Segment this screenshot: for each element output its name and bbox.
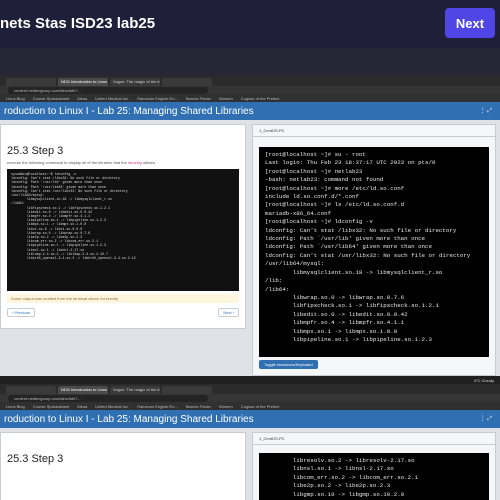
bookmark-item[interactable]: United Medical Inc. xyxy=(95,96,129,101)
browser-tabbar: NDG Introduction to Linux I Vogon: The m… xyxy=(0,384,500,394)
bookmark-item[interactable]: Mesa xyxy=(77,404,87,409)
terminal-pane: 1_CentOS-PC [root@localhost ~]# su - roo… xyxy=(252,124,496,376)
browser-tab[interactable]: NDG Introduction to Linux I xyxy=(58,78,108,86)
terminal-window[interactable]: libresolv.so.2 -> libresolv-2.17.so libn… xyxy=(259,453,489,500)
url-input[interactable]: content.netdevgroup.com/labs/lab/?... xyxy=(8,394,208,402)
screenshot-1: NDG Introduction to Linux I Vogon: The m… xyxy=(0,76,500,384)
step-text-tail: utilizes xyxy=(142,160,156,165)
step-navigation: ‹ Previous Next › xyxy=(7,308,239,317)
bookmarks-bar: Linux Blog Course Spreadsheet Mesa Unite… xyxy=(0,94,500,102)
lab-title: roduction to Linux I - Lab 25: Managing … xyxy=(4,413,254,425)
url-input[interactable]: content.netdevgroup.com/labs/lab/?... xyxy=(8,86,208,94)
browser-tab[interactable] xyxy=(162,386,212,394)
lab-content-pane: 25.3 Step 3 execute the following comman… xyxy=(0,124,246,329)
browser-tab[interactable] xyxy=(6,78,56,86)
step-instructions: execute the following command to display… xyxy=(7,160,239,165)
bookmark-item[interactable]: Cognac of the Prefect xyxy=(241,404,280,409)
terminal-window[interactable]: [root@localhost ~]# su - root Last login… xyxy=(259,147,489,357)
bookmark-item[interactable]: Linux Blog xyxy=(6,96,25,101)
bookmark-item[interactable]: Course Spreadsheet xyxy=(33,404,70,409)
example-output: sysadmin@localhost:~$ ldconfig -v ldconf… xyxy=(7,169,239,291)
browser-tab[interactable]: NDG Introduction to Linux I xyxy=(58,386,108,394)
command-link[interactable]: ldconfig xyxy=(128,160,142,165)
bookmark-item[interactable]: Course Spreadsheet xyxy=(33,96,70,101)
next-button[interactable]: Next xyxy=(445,8,495,38)
viewer-header: nets Stas ISD23 lab25 Next xyxy=(0,0,500,48)
bookmark-item[interactable]: Ramsons English Ro... xyxy=(137,96,178,101)
bookmark-item[interactable]: Mesa xyxy=(77,96,87,101)
bookmark-item[interactable]: Cognac of the Prefect xyxy=(241,96,280,101)
toggle-keyboard-button[interactable]: Toggle resources/Keyboard xyxy=(259,360,318,369)
browser-tab[interactable]: Vogon: The magic of the internet xyxy=(110,78,160,86)
bookmark-item[interactable]: Linux Blog xyxy=(6,404,25,409)
note-callout: Some output was omitted from the termina… xyxy=(7,294,239,303)
terminal-tab[interactable]: 1_CentOS-PC xyxy=(253,125,495,137)
bookmark-item[interactable]: Barnes Finder xyxy=(186,96,211,101)
bookmarks-bar: Linux Blog Course Spreadsheet Mesa Unite… xyxy=(0,402,500,410)
lab-content-pane: 25.3 Step 3 xyxy=(0,432,246,500)
browser-tabbar: NDG Introduction to Linux I Vogon: The m… xyxy=(0,76,500,86)
weather-status: 4°C Cloudy xyxy=(473,377,494,383)
bookmark-item[interactable]: Women xyxy=(219,96,233,101)
header-menu-icon[interactable]: ⋮ ⤢ xyxy=(480,107,500,115)
lab-title: roduction to Linux I - Lab 25: Managing … xyxy=(4,105,254,117)
step-title: 25.3 Step 3 xyxy=(7,145,64,157)
os-taskbar: 4°C Cloudy xyxy=(0,376,500,384)
previous-button[interactable]: ‹ Previous xyxy=(7,308,36,317)
step-text: execute the following command to display… xyxy=(7,160,127,165)
bookmark-item[interactable]: Ramsons English Ro... xyxy=(137,404,178,409)
lab-header: roduction to Linux I - Lab 25: Managing … xyxy=(0,410,500,428)
bookmark-item[interactable]: United Medical Inc. xyxy=(95,404,129,409)
lab-header: roduction to Linux I - Lab 25: Managing … xyxy=(0,102,500,120)
next-step-button[interactable]: Next › xyxy=(218,308,239,317)
bookmark-item[interactable]: Barnes Finder xyxy=(186,404,211,409)
step-title: 25.3 Step 3 xyxy=(7,453,64,465)
bookmark-item[interactable]: Women xyxy=(219,404,233,409)
terminal-tab[interactable]: 1_CentOS-PC xyxy=(253,433,495,445)
address-bar: content.netdevgroup.com/labs/lab/?... xyxy=(0,394,500,402)
address-bar: content.netdevgroup.com/labs/lab/?... xyxy=(0,86,500,94)
viewer-gap xyxy=(0,48,500,76)
browser-tab[interactable]: Vogon: The magic of the internet xyxy=(110,386,160,394)
browser-tab[interactable] xyxy=(6,386,56,394)
viewer-title: nets Stas ISD23 lab25 xyxy=(0,15,156,32)
browser-tab[interactable] xyxy=(162,78,212,86)
terminal-pane: 1_CentOS-PC libresolv.so.2 -> libresolv-… xyxy=(252,432,496,500)
header-menu-icon[interactable]: ⋮ ⤢ xyxy=(480,415,500,423)
screenshot-2: NDG Introduction to Linux I Vogon: The m… xyxy=(0,384,500,500)
